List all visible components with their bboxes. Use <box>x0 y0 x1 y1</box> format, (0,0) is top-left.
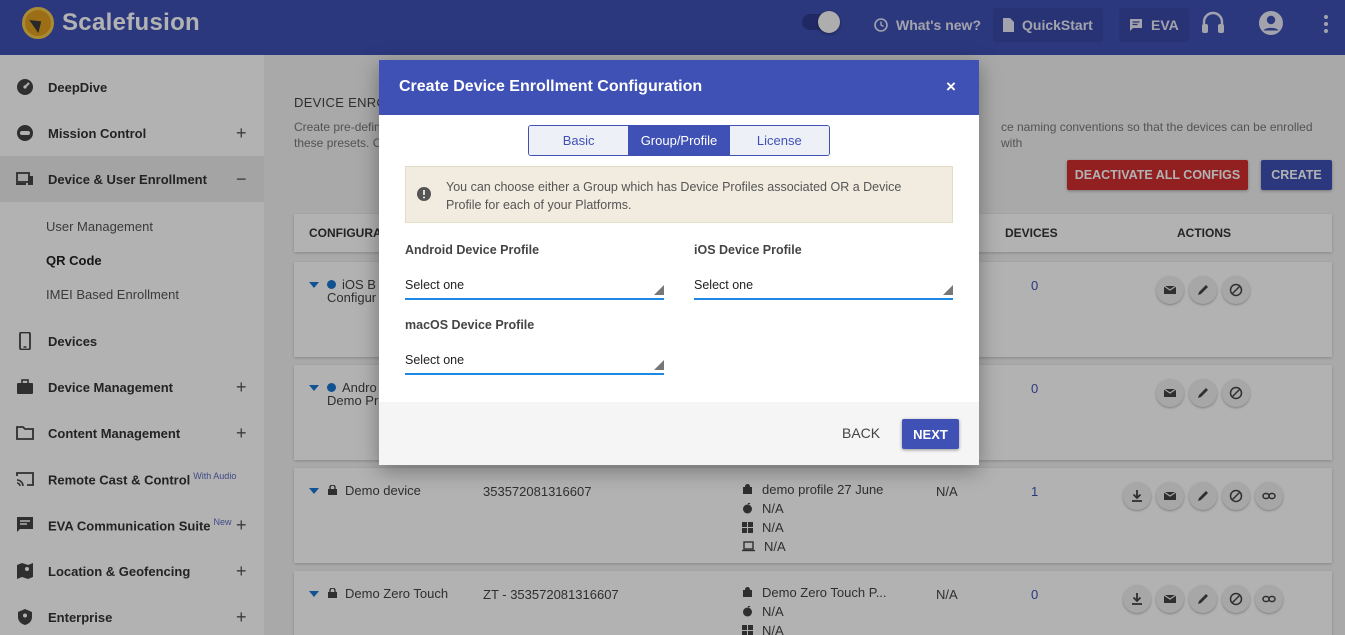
macos-profile-label: macOS Device Profile <box>405 318 535 332</box>
dropdown-arrow-icon <box>943 285 953 295</box>
android-profile-value: Select one <box>405 278 465 292</box>
ios-profile-select[interactable]: Select one <box>694 272 953 300</box>
android-profile-select[interactable]: Select one <box>405 272 664 300</box>
dropdown-arrow-icon <box>654 360 664 370</box>
dialog-header: Create Device Enrollment Configuration × <box>379 60 979 115</box>
next-button[interactable]: NEXT <box>902 419 959 449</box>
tab-group-profile[interactable]: Group/Profile <box>629 126 730 155</box>
back-button[interactable]: BACK <box>842 425 880 441</box>
create-enrollment-config-dialog: Create Device Enrollment Configuration ×… <box>379 60 979 465</box>
macos-profile-value: Select one <box>405 353 465 367</box>
ios-profile-value: Select one <box>694 278 754 292</box>
info-text: You can choose either a Group which has … <box>446 180 902 212</box>
close-icon[interactable]: × <box>946 77 956 97</box>
dialog-tabs: Basic Group/Profile License <box>528 125 830 156</box>
info-alert: You can choose either a Group which has … <box>405 166 953 223</box>
alert-circle-icon <box>417 187 431 201</box>
dialog-title: Create Device Enrollment Configuration <box>399 78 703 95</box>
dropdown-arrow-icon <box>654 285 664 295</box>
dialog-footer <box>379 402 979 465</box>
tab-license[interactable]: License <box>729 126 829 155</box>
tab-basic[interactable]: Basic <box>529 126 630 155</box>
macos-profile-select[interactable]: Select one <box>405 347 664 375</box>
ios-profile-label: iOS Device Profile <box>694 243 802 257</box>
android-profile-label: Android Device Profile <box>405 243 540 257</box>
